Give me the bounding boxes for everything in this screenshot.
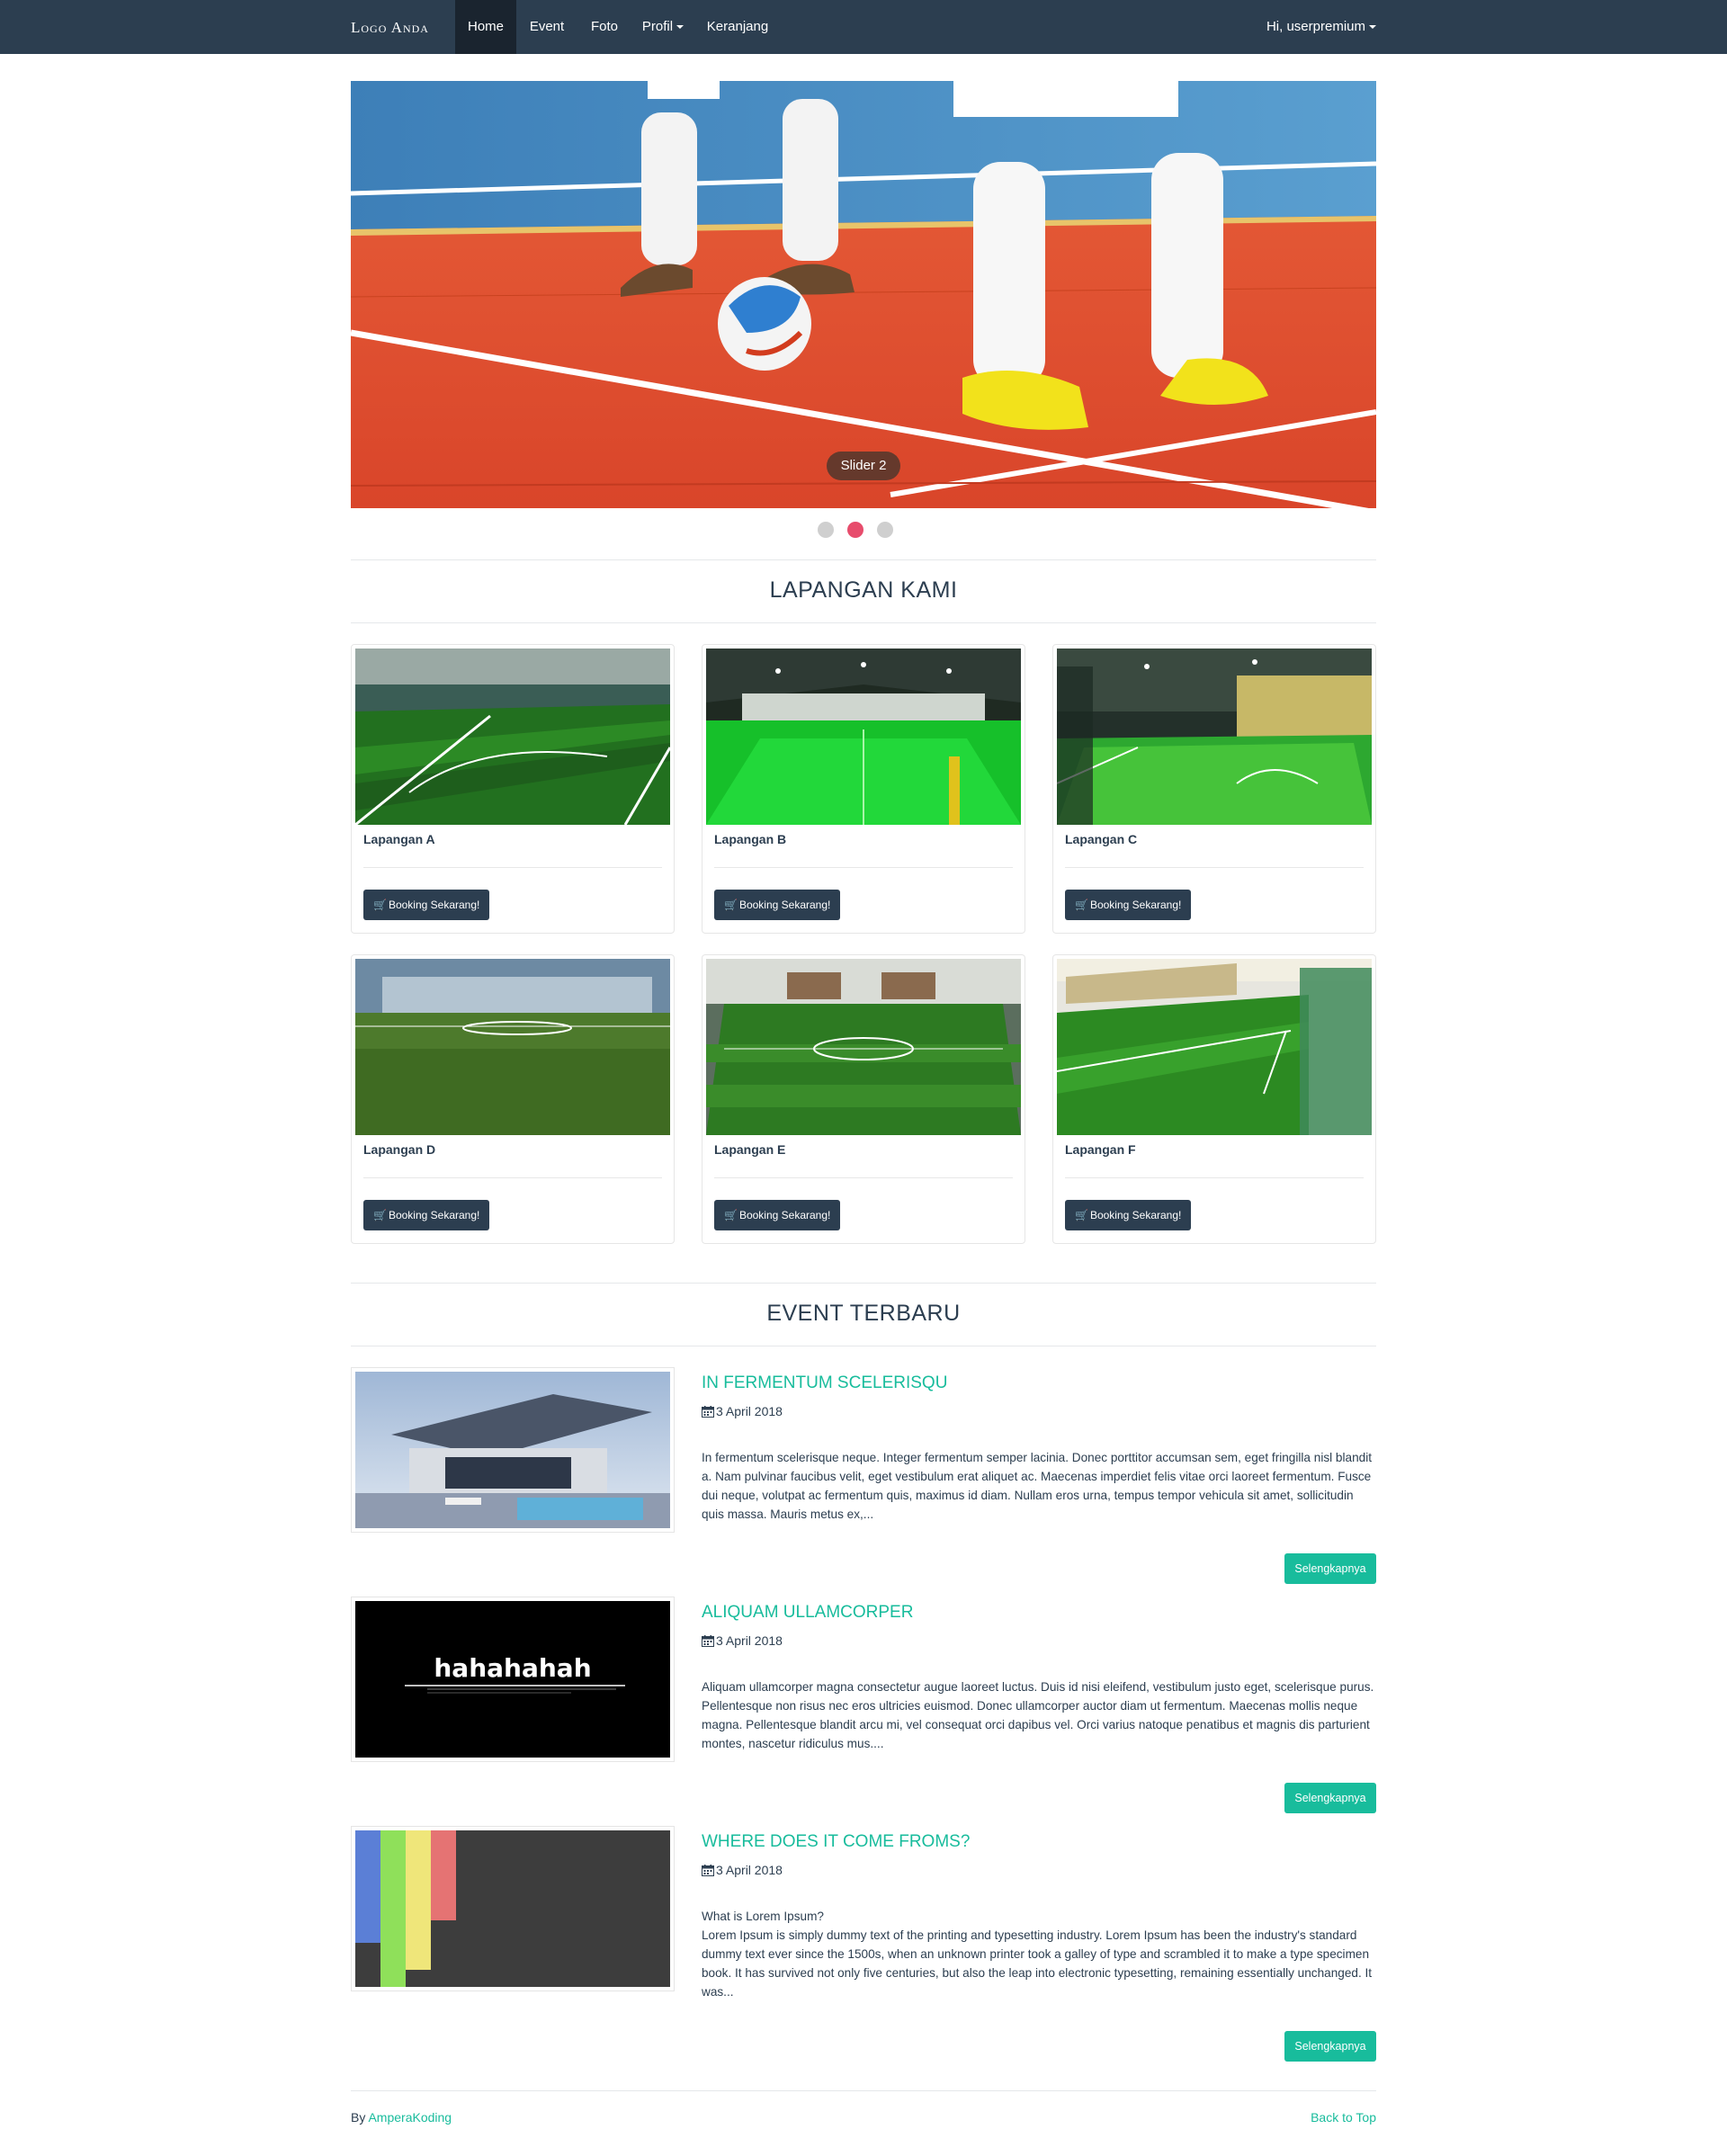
nav-profil-label: Profil	[641, 19, 674, 34]
navbar-inner: Logo Anda Home Event Foto Profil Keranja…	[351, 0, 1376, 54]
event-date: 3 April 2018	[702, 1863, 783, 1877]
booking-button[interactable]: 🛒 Booking Sekarang!	[363, 890, 490, 920]
user-menu[interactable]: Hi, userpremium	[1266, 0, 1376, 54]
divider	[351, 2090, 1376, 2091]
event-thumbnail[interactable]: hahahahah	[351, 1597, 675, 1762]
footer-by: By	[351, 2110, 369, 2125]
section-title-events: EVENT TERBARU	[766, 1301, 961, 1326]
nav-home[interactable]: Home	[455, 0, 516, 54]
event-excerpt-body: Lorem Ipsum is simply dummy text of the …	[702, 1928, 1373, 1999]
cart-icon: 🛒	[373, 1209, 387, 1221]
event-excerpt: What is Lorem Ipsum? Lorem Ipsum is simpl…	[702, 1907, 1376, 2001]
event-date: 3 April 2018	[702, 1404, 783, 1418]
slide-image-futsal	[351, 81, 1376, 508]
divider	[1065, 867, 1364, 868]
event-image-text: hahahahah	[434, 1653, 591, 1683]
event-date-text: 3 April 2018	[716, 1404, 783, 1418]
field-name: Lapangan B	[714, 832, 787, 846]
divider	[363, 867, 662, 868]
event-title[interactable]: In fermentum scelerisqu	[702, 1373, 947, 1393]
carousel-dot-3[interactable]	[877, 522, 893, 538]
carousel[interactable]: Slider 2	[351, 81, 1376, 508]
brand-logo[interactable]: Logo Anda	[351, 0, 429, 54]
event-date-text: 3 April 2018	[716, 1633, 783, 1648]
field-photo	[355, 959, 670, 1135]
field-photo	[706, 649, 1021, 825]
slider-caption: Slider 2	[827, 452, 900, 480]
booking-button-label: Booking Sekarang!	[738, 899, 831, 911]
booking-button-label: Booking Sekarang!	[388, 1209, 480, 1221]
read-more-button[interactable]: Selengkapnya	[1284, 1783, 1376, 1813]
booking-button[interactable]: 🛒 Booking Sekarang!	[363, 1200, 490, 1230]
field-name: Lapangan C	[1065, 832, 1138, 846]
calendar-icon	[702, 1406, 714, 1418]
user-greeting: Hi, userpremium	[1266, 19, 1365, 34]
back-to-top-link[interactable]: Back to Top	[1311, 2110, 1376, 2125]
nav-event[interactable]: Event	[516, 0, 577, 54]
field-card: Lapangan A 🛒 Booking Sekarang!	[351, 644, 675, 934]
booking-button[interactable]: 🛒 Booking Sekarang!	[1065, 1200, 1192, 1230]
field-photo	[1057, 649, 1372, 825]
nav-profil[interactable]: Profil	[631, 0, 694, 54]
booking-button[interactable]: 🛒 Booking Sekarang!	[714, 890, 841, 920]
event-thumbnail[interactable]	[351, 1826, 675, 1991]
event-excerpt: In fermentum scelerisque neque. Integer …	[702, 1451, 1372, 1521]
calendar-icon	[702, 1635, 714, 1647]
event-date: 3 April 2018	[702, 1633, 783, 1648]
event-excerpt-heading: What is Lorem Ipsum?	[702, 1910, 824, 1923]
booking-button[interactable]: 🛒 Booking Sekarang!	[1065, 890, 1192, 920]
field-card: Lapangan D 🛒 Booking Sekarang!	[351, 954, 675, 1244]
footer-credit: By AmperaKoding	[351, 2110, 452, 2125]
booking-button-label: Booking Sekarang!	[1089, 899, 1182, 911]
event-thumbnail[interactable]	[351, 1367, 675, 1533]
booking-button-label: Booking Sekarang!	[388, 899, 480, 911]
navbar: Logo Anda Home Event Foto Profil Keranja…	[0, 0, 1727, 54]
nav-keranjang[interactable]: Keranjang	[694, 0, 781, 54]
booking-button-label: Booking Sekarang!	[738, 1209, 831, 1221]
carousel-dot-1[interactable]	[818, 522, 834, 538]
chevron-down-icon	[1369, 25, 1376, 30]
cart-icon: 🛒	[724, 1209, 738, 1221]
section-title-fields: LAPANGAN KAMI	[769, 577, 958, 603]
field-name: Lapangan F	[1065, 1142, 1136, 1157]
event-title[interactable]: Where does it come froms?	[702, 1832, 970, 1852]
field-photo	[706, 959, 1021, 1135]
cart-icon: 🛒	[373, 899, 387, 911]
field-name: Lapangan A	[363, 832, 435, 846]
nav-foto[interactable]: Foto	[577, 0, 631, 54]
chevron-down-icon	[676, 25, 685, 30]
event-date-text: 3 April 2018	[716, 1863, 783, 1877]
field-card: Lapangan F 🛒 Booking Sekarang!	[1052, 954, 1376, 1244]
divider	[714, 1177, 1013, 1178]
field-card: Lapangan B 🛒 Booking Sekarang!	[702, 644, 1025, 934]
read-more-button[interactable]: Selengkapnya	[1284, 2031, 1376, 2062]
footer-author-link[interactable]: AmperaKoding	[368, 2110, 452, 2125]
cart-icon: 🛒	[1075, 1209, 1088, 1221]
cart-icon: 🛒	[724, 899, 738, 911]
divider	[1065, 1177, 1364, 1178]
divider	[714, 867, 1013, 868]
field-card: Lapangan E 🛒 Booking Sekarang!	[702, 954, 1025, 1244]
carousel-dot-2[interactable]	[847, 522, 864, 538]
divider	[351, 1283, 1376, 1284]
divider	[351, 622, 1376, 623]
event-excerpt: Aliquam ullamcorper magna consectetur au…	[702, 1680, 1374, 1750]
field-card: Lapangan C 🛒 Booking Sekarang!	[1052, 644, 1376, 934]
divider	[351, 559, 1376, 560]
field-name: Lapangan D	[363, 1142, 436, 1157]
field-photo	[1057, 959, 1372, 1135]
field-name: Lapangan E	[714, 1142, 786, 1157]
read-more-button[interactable]: Selengkapnya	[1284, 1553, 1376, 1584]
field-photo	[355, 649, 670, 825]
cart-icon: 🛒	[1075, 899, 1088, 911]
calendar-icon	[702, 1865, 714, 1876]
booking-button-label: Booking Sekarang!	[1089, 1209, 1182, 1221]
divider	[363, 1177, 662, 1178]
booking-button[interactable]: 🛒 Booking Sekarang!	[714, 1200, 841, 1230]
event-title[interactable]: Aliquam ullamcorper	[702, 1603, 913, 1623]
